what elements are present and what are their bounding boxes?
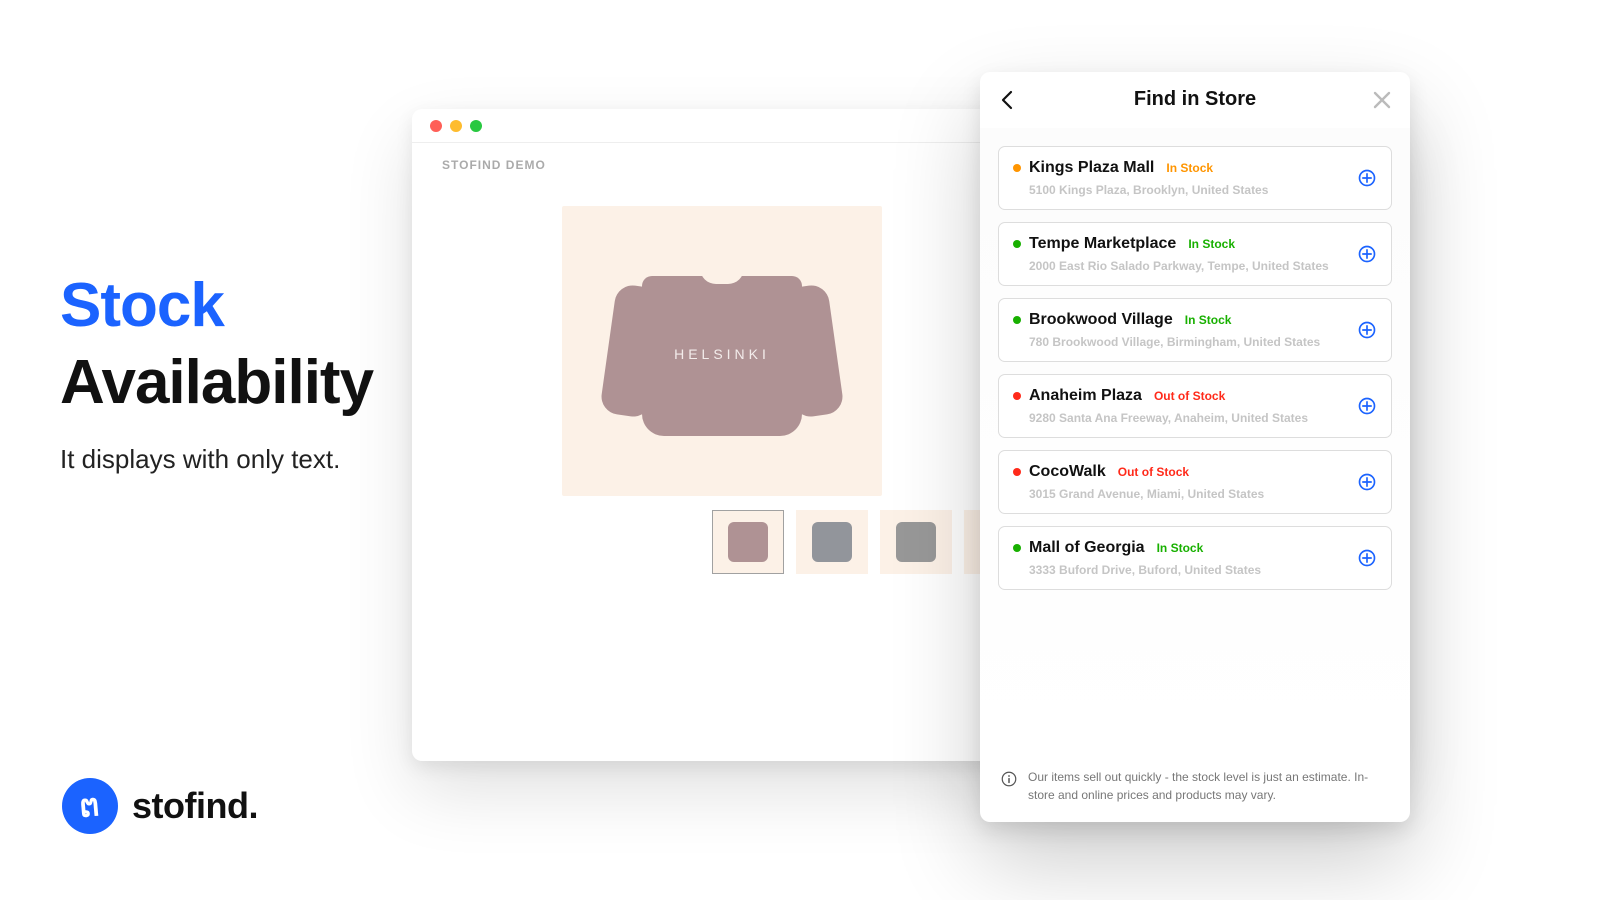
hero-title: Stock Availability [60,270,373,418]
thumb-1[interactable] [712,510,784,574]
store-row[interactable]: CocoWalk Out of Stock 3015 Grand Avenue, M… [998,450,1392,514]
store-address: 2000 East Rio Salado Parkway, Tempe, Uni… [1029,259,1377,273]
expand-button[interactable] [1357,168,1377,188]
find-in-store-panel: Find in Store Kings Plaza Mall In Stock 51… [980,72,1410,822]
store-address: 780 Brookwood Village, Birmingham, Unite… [1029,335,1377,349]
plus-circle-icon [1357,244,1377,264]
store-list[interactable]: Kings Plaza Mall In Stock 5100 Kings Plaza… [980,128,1410,754]
plus-circle-icon [1357,548,1377,568]
brand-glyph: ຕ [79,788,101,825]
window-min-dot[interactable] [450,120,462,132]
store-name: Anaheim Plaza [1029,387,1142,405]
plus-circle-icon [1357,396,1377,416]
status-dot [1013,240,1021,248]
status-dot [1013,468,1021,476]
store-address: 3015 Grand Avenue, Miami, United States [1029,487,1377,501]
status-dot [1013,316,1021,324]
thumb-3[interactable] [880,510,952,574]
hero-text: Stock Availability It displays with only… [60,270,373,475]
shirt-print-text: HELSINKI [612,346,832,362]
store-name: Tempe Marketplace [1029,235,1176,253]
panel-header: Find in Store [980,72,1410,128]
window-max-dot[interactable] [470,120,482,132]
store-name: Brookwood Village [1029,311,1173,329]
store-name: CocoWalk [1029,463,1106,481]
hero-title-line1: Stock [60,271,224,340]
stock-status: In Stock [1185,313,1232,327]
panel-footer: Our items sell out quickly - the stock l… [980,754,1410,822]
chevron-left-icon [996,88,1020,112]
store-address: 9280 Santa Ana Freeway, Anaheim, United … [1029,411,1377,425]
brand-name: stofind. [132,785,258,827]
store-row[interactable]: Kings Plaza Mall In Stock 5100 Kings Plaza… [998,146,1392,210]
brand: ຕ stofind. [62,778,258,834]
back-button[interactable] [996,88,1020,112]
store-row[interactable]: Mall of Georgia In Stock 3333 Buford Drive… [998,526,1392,590]
brand-logo: ຕ [62,778,118,834]
plus-circle-icon [1357,168,1377,188]
info-icon [1000,770,1018,788]
expand-button[interactable] [1357,548,1377,568]
thumb-2[interactable] [796,510,868,574]
footer-text: Our items sell out quickly - the stock l… [1028,769,1390,804]
plus-circle-icon [1357,472,1377,492]
expand-button[interactable] [1357,244,1377,264]
status-dot [1013,392,1021,400]
expand-button[interactable] [1357,320,1377,340]
store-name: Kings Plaza Mall [1029,159,1154,177]
window-close-dot[interactable] [430,120,442,132]
stock-status: Out of Stock [1154,389,1225,403]
panel-title: Find in Store [1134,88,1256,111]
expand-button[interactable] [1357,396,1377,416]
hero-subtitle: It displays with only text. [60,444,373,475]
store-row[interactable]: Brookwood Village In Stock 780 Brookwood V… [998,298,1392,362]
close-icon [1370,88,1394,112]
hero-title-line2: Availability [60,347,373,418]
close-button[interactable] [1370,88,1394,112]
site-name: STOFIND DEMO [442,158,546,172]
store-address: 3333 Buford Drive, Buford, United States [1029,563,1377,577]
store-row[interactable]: Tempe Marketplace In Stock 2000 East Rio S… [998,222,1392,286]
store-address: 5100 Kings Plaza, Brooklyn, United State… [1029,183,1377,197]
stock-status: In Stock [1157,541,1204,555]
store-row[interactable]: Anaheim Plaza Out of Stock 9280 Santa Ana … [998,374,1392,438]
stock-status: In Stock [1166,161,1213,175]
stock-status: Out of Stock [1118,465,1189,479]
status-dot [1013,164,1021,172]
shirt-graphic: HELSINKI [612,246,832,456]
store-name: Mall of Georgia [1029,539,1145,557]
status-dot [1013,544,1021,552]
product-main-image: HELSINKI [562,206,882,496]
plus-circle-icon [1357,320,1377,340]
expand-button[interactable] [1357,472,1377,492]
stock-status: In Stock [1188,237,1235,251]
